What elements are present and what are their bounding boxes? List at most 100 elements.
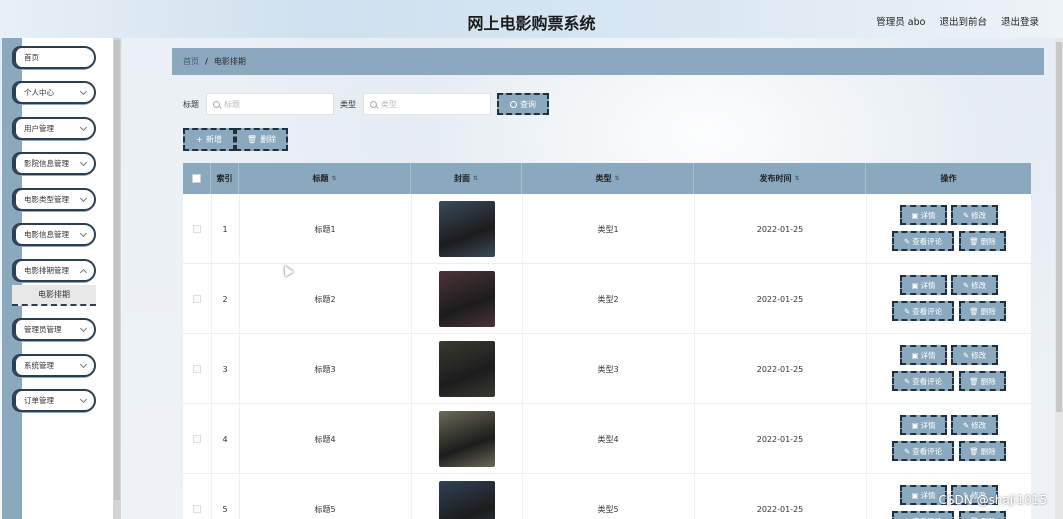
row-type: 类型1 — [597, 224, 619, 234]
delete-button[interactable]: 🗑删除 — [959, 441, 1006, 461]
sidebar-item-admin-management[interactable]: 管理员管理 — [12, 318, 96, 341]
col-cover[interactable]: 封面 ⇅ — [411, 163, 522, 194]
sort-icon[interactable]: ⇅ — [614, 175, 619, 182]
sort-icon[interactable]: ⇅ — [473, 175, 478, 182]
detail-button[interactable]: ▣ 详情 — [900, 205, 947, 225]
sidebar-item-label: 用户管理 — [24, 124, 54, 133]
sidebar-item-home[interactable]: 首页 — [12, 46, 96, 69]
row-check-cell — [183, 404, 211, 474]
row-checkbox[interactable] — [193, 365, 201, 373]
back-to-front-link[interactable]: 退出到前台 — [939, 14, 987, 28]
row-title: 标题4 — [314, 434, 336, 444]
row-cover-cell — [411, 194, 522, 264]
pencil-icon: ✎ — [903, 376, 911, 386]
sidebar-item-orders[interactable]: 订单管理 — [12, 389, 96, 412]
edit-button[interactable]: ✎ 修改 — [951, 205, 998, 225]
delete-button[interactable]: 🗑删除 — [959, 371, 1006, 391]
col-type[interactable]: 类型 ⇅ — [522, 163, 694, 194]
sort-icon[interactable]: ⇅ — [794, 175, 799, 182]
sidebar-item-movie-info[interactable]: 电影信息管理 — [12, 223, 96, 246]
row-check-cell — [183, 264, 211, 334]
type-input[interactable]: 类型 — [363, 93, 491, 115]
detail-button[interactable]: ▣ 详情 — [900, 275, 947, 295]
delete-button[interactable]: 🗑删除 — [959, 231, 1006, 251]
detail-icon: ▣ — [911, 490, 919, 500]
row-checkbox[interactable] — [193, 435, 201, 443]
detail-button[interactable]: ▣ 详情 — [900, 415, 947, 435]
delete-label: 删除 — [980, 376, 996, 386]
movie-cover-image — [438, 341, 495, 397]
table-row: 1 标题1 类型1 2022-01-25 ▣ 详情 ✎ 修改 ✎ 查看评论 🗑 删除 — [183, 194, 1031, 264]
delete-button[interactable]: 🗑删除 — [959, 511, 1006, 519]
sidebar-item-label: 电影排期管理 — [24, 266, 69, 275]
movie-cover-image — [438, 271, 495, 327]
col-title[interactable]: 标题 ⇅ — [239, 163, 411, 194]
row-title: 标题2 — [314, 294, 336, 304]
add-button[interactable]: + 新增 — [183, 128, 235, 151]
sidebar-item-user-management[interactable]: 用户管理 — [12, 117, 96, 140]
row-check-cell — [183, 474, 211, 519]
sort-icon[interactable]: ⇅ — [331, 175, 336, 182]
edit-icon: ✎ — [962, 350, 970, 360]
sidebar-item-label: 首页 — [24, 53, 39, 62]
sidebar-item-personal-center[interactable]: 个人中心 — [12, 81, 96, 104]
sidebar-item-label: 电影类型管理 — [24, 195, 69, 204]
sidebar-item-label: 个人中心 — [24, 88, 54, 97]
table-row: 2 标题2 类型2 2022-01-25 ▣ 详情 ✎ 修改 ✎ 查看评论 🗑 删除 — [183, 264, 1031, 334]
comments-label: 查看评论 — [912, 376, 943, 386]
detail-button[interactable]: ▣ 详情 — [900, 345, 947, 365]
breadcrumb-separator: / — [205, 57, 208, 66]
sidebar-item-movie-schedule[interactable]: 电影排期管理 — [12, 259, 96, 282]
sidebar-item-cinema-info[interactable]: 影院信息管理 — [12, 152, 96, 175]
edit-button[interactable]: ✎ 修改 — [951, 345, 998, 365]
trash-icon: 🗑 — [969, 306, 979, 316]
view-comments-button[interactable]: ✎查看评论 — [892, 231, 954, 251]
detail-label: 详情 — [920, 350, 936, 360]
edit-icon: ✎ — [962, 210, 970, 220]
sidebar-item-movie-type[interactable]: 电影类型管理 — [12, 188, 96, 211]
sidebar-scrollbar[interactable] — [113, 38, 121, 519]
breadcrumb: 首页 / 电影排期 — [172, 48, 1044, 75]
title-input[interactable]: 标题 — [206, 93, 334, 115]
view-comments-button[interactable]: ✎查看评论 — [892, 301, 954, 321]
row-check-cell — [183, 334, 211, 404]
edit-button[interactable]: ✎ 修改 — [951, 415, 998, 435]
select-all-checkbox[interactable] — [192, 174, 201, 183]
row-publish-date: 2022-01-25 — [756, 224, 804, 234]
sidebar-item-system[interactable]: 系统管理 — [12, 354, 96, 377]
row-checkbox[interactable] — [193, 505, 201, 513]
logout-link[interactable]: 退出登录 — [1001, 14, 1039, 28]
col-title-label: 标题 — [312, 174, 329, 183]
sidebar-subitem-schedule[interactable]: 电影排期 — [12, 285, 96, 306]
detail-icon: ▣ — [911, 350, 919, 360]
delete-button[interactable]: 🗑删除 — [959, 301, 1006, 321]
sidebar-scroll-thumb[interactable] — [114, 40, 120, 500]
col-publish-time[interactable]: 发布时间 ⇅ — [694, 163, 866, 194]
movie-cover-image — [438, 201, 495, 257]
row-type: 类型4 — [597, 434, 619, 444]
table-row: 5标题5类型52022-01-25▣详情✎修改✎查看评论🗑删除 — [183, 474, 1031, 519]
column-divider — [211, 194, 212, 519]
action-row: + 新增 🗑 删除 — [183, 128, 288, 151]
table-header: 索引 标题 ⇅ 封面 ⇅ 类型 ⇅ 发布时间 ⇅ 操作 — [183, 163, 1031, 194]
row-checkbox[interactable] — [193, 225, 201, 233]
row-ops: ▣详情✎修改 ✎查看评论🗑删除 — [866, 264, 1031, 334]
batch-delete-button[interactable]: 🗑 删除 — [235, 128, 288, 151]
row-ops: ▣详情✎修改 ✎查看评论🗑删除 — [866, 194, 1031, 264]
comments-label: 查看评论 — [912, 446, 943, 456]
edit-button[interactable]: ✎ 修改 — [951, 275, 998, 295]
chevron-down-icon — [79, 324, 88, 332]
view-comments-button[interactable]: ✎查看评论 — [892, 441, 954, 461]
view-comments-button[interactable]: ✎查看评论 — [892, 511, 954, 519]
page-scrollbar[interactable] — [1055, 38, 1063, 519]
col-cover-label: 封面 — [453, 174, 470, 183]
breadcrumb-home[interactable]: 首页 — [183, 56, 199, 67]
view-comments-button[interactable]: ✎查看评论 — [892, 371, 954, 391]
page-scroll-thumb[interactable] — [1056, 42, 1062, 412]
row-publish-date: 2022-01-25 — [756, 434, 804, 444]
delete-button-label: 删除 — [260, 135, 277, 144]
row-type: 类型5 — [597, 504, 619, 514]
query-button[interactable]: 查询 — [497, 93, 549, 115]
column-divider — [522, 194, 523, 519]
row-checkbox[interactable] — [193, 295, 201, 303]
